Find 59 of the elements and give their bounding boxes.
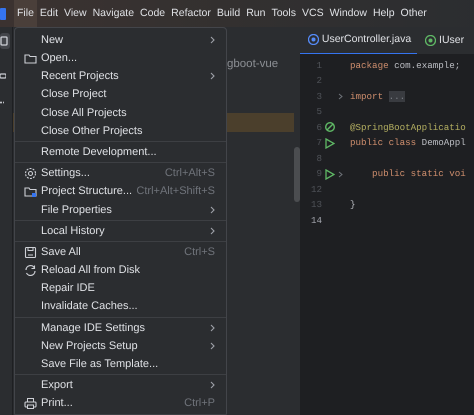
menu-item[interactable]: New Projects Setup <box>20 337 221 356</box>
folder-icon <box>24 185 37 198</box>
menu-item[interactable]: Reload All from Disk <box>20 261 221 280</box>
editor-tab[interactable]: UserController.java <box>300 27 418 54</box>
menu-item[interactable]: Project Structure... Ctrl+Alt+Shift+S <box>20 182 221 201</box>
line-number: 14 <box>310 214 322 228</box>
scrollbar-thumb[interactable] <box>294 147 300 202</box>
menu-item[interactable]: Remote Development... <box>20 143 221 162</box>
menu-bar-item[interactable]: Tools <box>268 0 299 27</box>
menu-bar-item[interactable]: Navigate <box>90 0 138 27</box>
run-icon <box>324 168 335 180</box>
code-line: public class DemoAppl <box>350 136 466 150</box>
menu-bar-item[interactable]: Refactor <box>168 0 214 27</box>
menu-item[interactable]: Repair IDE <box>20 279 221 298</box>
reload-icon <box>24 264 37 277</box>
menu-bar-item[interactable]: VCS <box>298 0 327 27</box>
fold-icon[interactable] <box>338 170 343 178</box>
menu-item[interactable]: Invalidate Caches... <box>20 298 221 316</box>
menu-item[interactable]: Manage IDE Settings <box>20 318 221 337</box>
menu-bar-item[interactable]: Run <box>243 0 268 27</box>
interface-icon <box>425 35 436 46</box>
class-icon <box>308 34 319 45</box>
menu-bar-item[interactable]: File <box>14 0 37 27</box>
fold-icon[interactable] <box>338 93 343 100</box>
menu-item[interactable]: Export <box>20 376 221 395</box>
menu-item[interactable]: Close All Projects <box>20 104 221 122</box>
more-icon <box>0 100 4 104</box>
run-icon <box>324 138 335 149</box>
menu-bar-item[interactable]: Code <box>137 0 168 27</box>
menu-item[interactable]: New <box>20 31 221 50</box>
menu-item[interactable]: Print... Ctrl+P <box>20 394 221 413</box>
structure-tool-icon <box>0 72 6 79</box>
logo-icon <box>0 8 6 20</box>
bean-icon <box>324 122 336 134</box>
code-line: } <box>350 198 356 212</box>
menu-bar-item[interactable]: Build <box>214 0 244 27</box>
code-line: public static voi <box>371 167 466 182</box>
menu-item[interactable]: Save All Ctrl+S <box>20 243 221 262</box>
menu-item[interactable]: Close Other Projects <box>20 122 221 140</box>
menu-item[interactable]: Settings... Ctrl+Alt+S <box>20 164 221 182</box>
menu-bar-item[interactable]: Window <box>326 0 370 27</box>
editor-tab[interactable]: IUser <box>417 27 470 54</box>
folder-icon <box>24 52 37 65</box>
menu-bar-item[interactable]: Help <box>370 0 398 27</box>
settings-icon <box>24 166 37 180</box>
menu-bar-item[interactable]: View <box>61 0 90 27</box>
menu-item[interactable]: Open... <box>20 49 221 68</box>
menu-bar-item[interactable]: Other <box>398 0 430 27</box>
code-line: package com.example; <box>350 58 460 73</box>
code-line: @SpringBootApplicatio <box>350 120 466 135</box>
printer-icon <box>24 397 37 410</box>
menu-item[interactable]: Recent Projects <box>20 67 221 86</box>
menu-item[interactable]: Save File as Template... <box>20 355 221 374</box>
code-line: import ... <box>350 90 406 104</box>
menu-bar-item[interactable]: Edit <box>36 0 62 27</box>
menu-item[interactable]: Local History <box>20 222 221 240</box>
project-tool-icon <box>0 32 10 49</box>
menu-item[interactable]: Close Project <box>20 86 221 104</box>
menu-item[interactable]: File Properties <box>20 200 221 219</box>
